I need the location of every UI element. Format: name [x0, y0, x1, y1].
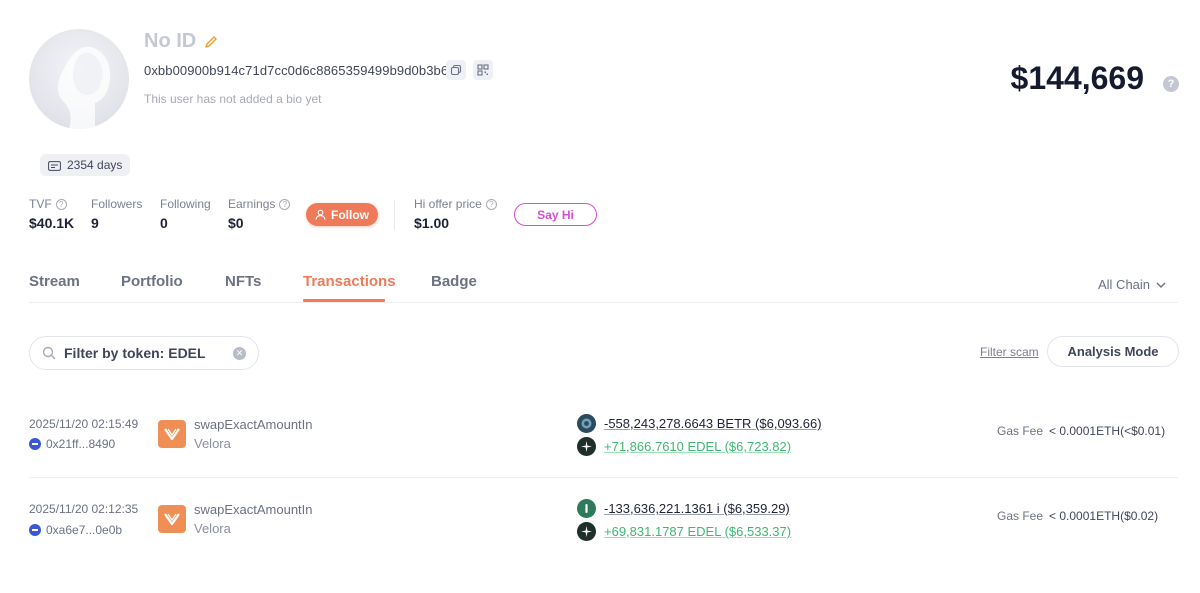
- gas-fee-label: Gas Fee: [997, 424, 1044, 438]
- say-hi-button[interactable]: Say Hi: [514, 203, 597, 226]
- calendar-icon: [48, 160, 61, 171]
- velora-logo-icon: [158, 505, 186, 533]
- stat-hi-offer: Hi offer price? $1.00: [414, 197, 497, 231]
- earnings-value: $0: [228, 215, 244, 231]
- filter-scam-link[interactable]: Filter scam: [980, 345, 1039, 359]
- gas-fee: Gas Fee < 0.0001ETH($0.02): [997, 509, 1158, 523]
- tvf-value: $40.1K: [29, 215, 75, 231]
- following-label: Following: [160, 197, 211, 211]
- profile-bio: This user has not added a bio yet: [144, 92, 322, 106]
- chevron-down-icon: [1156, 282, 1166, 288]
- row-divider: [29, 477, 1178, 478]
- help-icon[interactable]: ?: [1163, 76, 1179, 92]
- token-out-amount[interactable]: -133,636,221.1361 i ($6,359.29): [604, 501, 790, 516]
- active-tab-indicator: [303, 299, 385, 302]
- user-icon: [315, 209, 326, 220]
- token-in: +71,866.7610 EDEL ($6,723.82): [577, 437, 791, 456]
- total-balance: $144,669: [1010, 60, 1144, 96]
- tab-nfts[interactable]: NFTs: [225, 273, 261, 290]
- gas-fee: Gas Fee < 0.0001ETH(<$0.01): [997, 424, 1165, 438]
- tx-dapp[interactable]: Velora: [194, 436, 231, 451]
- tab-transactions[interactable]: Transactions: [303, 273, 396, 290]
- follow-button[interactable]: Follow: [306, 203, 378, 226]
- token-filter-input[interactable]: Filter by token: EDEL ✕: [29, 336, 259, 370]
- tx-hash-link[interactable]: 0x21ff...8490: [29, 437, 115, 451]
- betr-token-icon: [577, 414, 596, 433]
- followers-value: 9: [91, 215, 99, 231]
- chain-selector[interactable]: All Chain: [1098, 277, 1166, 292]
- followers-label: Followers: [91, 197, 143, 211]
- info-icon[interactable]: ?: [485, 198, 497, 210]
- velora-logo-icon: [158, 420, 186, 448]
- hi-offer-value: $1.00: [414, 215, 450, 231]
- tvf-label: TVF: [29, 197, 52, 211]
- stat-earnings: Earnings? $0: [228, 197, 291, 231]
- divider: [394, 200, 395, 230]
- edit-pencil-icon[interactable]: [203, 34, 219, 50]
- tx-method: swapExactAmountIn: [194, 417, 313, 432]
- tx-time: 2025/11/20 02:15:49: [29, 417, 139, 431]
- following-value: 0: [160, 215, 168, 231]
- token-out: -133,636,221.1361 i ($6,359.29): [577, 499, 790, 518]
- i-token-icon: [577, 499, 596, 518]
- tab-stream[interactable]: Stream: [29, 273, 80, 290]
- chain-selector-label: All Chain: [1098, 277, 1151, 292]
- clear-icon[interactable]: ✕: [233, 346, 246, 360]
- tab-portfolio[interactable]: Portfolio: [121, 273, 183, 290]
- tx-time: 2025/11/20 02:12:35: [29, 502, 139, 516]
- gas-fee-label: Gas Fee: [997, 509, 1044, 523]
- info-icon[interactable]: ?: [279, 198, 291, 210]
- stat-following[interactable]: Following 0: [160, 197, 211, 231]
- tx-dapp[interactable]: Velora: [194, 521, 231, 536]
- tx-hash-text: 0xa6e7...0e0b: [46, 523, 123, 537]
- follow-label: Follow: [331, 207, 369, 222]
- token-in: +69,831.1787 EDEL ($6,533.37): [577, 522, 791, 541]
- token-in-amount[interactable]: +71,866.7610 EDEL ($6,723.82): [604, 439, 791, 454]
- ethereum-icon: [29, 524, 41, 536]
- qr-code-icon[interactable]: [473, 60, 493, 80]
- tabs-divider: [29, 302, 1178, 303]
- analysis-mode-button[interactable]: Analysis Mode: [1047, 336, 1179, 367]
- account-age-badge: 2354 days: [40, 154, 131, 176]
- edel-token-icon: [577, 437, 596, 456]
- tx-method: swapExactAmountIn: [194, 502, 313, 517]
- info-icon[interactable]: ?: [55, 198, 67, 210]
- search-icon: [42, 346, 56, 360]
- copy-icon[interactable]: [446, 60, 466, 80]
- profile-name: No ID: [144, 30, 197, 52]
- tab-badge[interactable]: Badge: [431, 273, 477, 290]
- token-out: -558,243,278.6643 BETR ($6,093.66): [577, 414, 822, 433]
- earnings-label: Earnings: [228, 197, 276, 211]
- token-filter-value: Filter by token: EDEL: [64, 345, 206, 361]
- avatar: [29, 29, 129, 129]
- tx-hash-link[interactable]: 0xa6e7...0e0b: [29, 523, 122, 537]
- gas-fee-value: < 0.0001ETH($0.02): [1049, 509, 1159, 523]
- token-out-amount[interactable]: -558,243,278.6643 BETR ($6,093.66): [604, 416, 822, 431]
- tx-hash-text: 0x21ff...8490: [46, 437, 116, 451]
- hi-offer-label: Hi offer price: [414, 197, 482, 211]
- token-in-amount[interactable]: +69,831.1787 EDEL ($6,533.37): [604, 524, 791, 539]
- edel-token-icon: [577, 522, 596, 541]
- stat-followers[interactable]: Followers 9: [91, 197, 142, 231]
- ethereum-icon: [29, 438, 41, 450]
- gas-fee-value: < 0.0001ETH(<$0.01): [1049, 424, 1166, 438]
- stat-tvf: TVF? $40.1K: [29, 197, 74, 231]
- account-age-text: 2354 days: [67, 158, 123, 172]
- wallet-address: 0xbb00900b914c71d7cc0d6c8865359499b9d0b3…: [144, 63, 449, 78]
